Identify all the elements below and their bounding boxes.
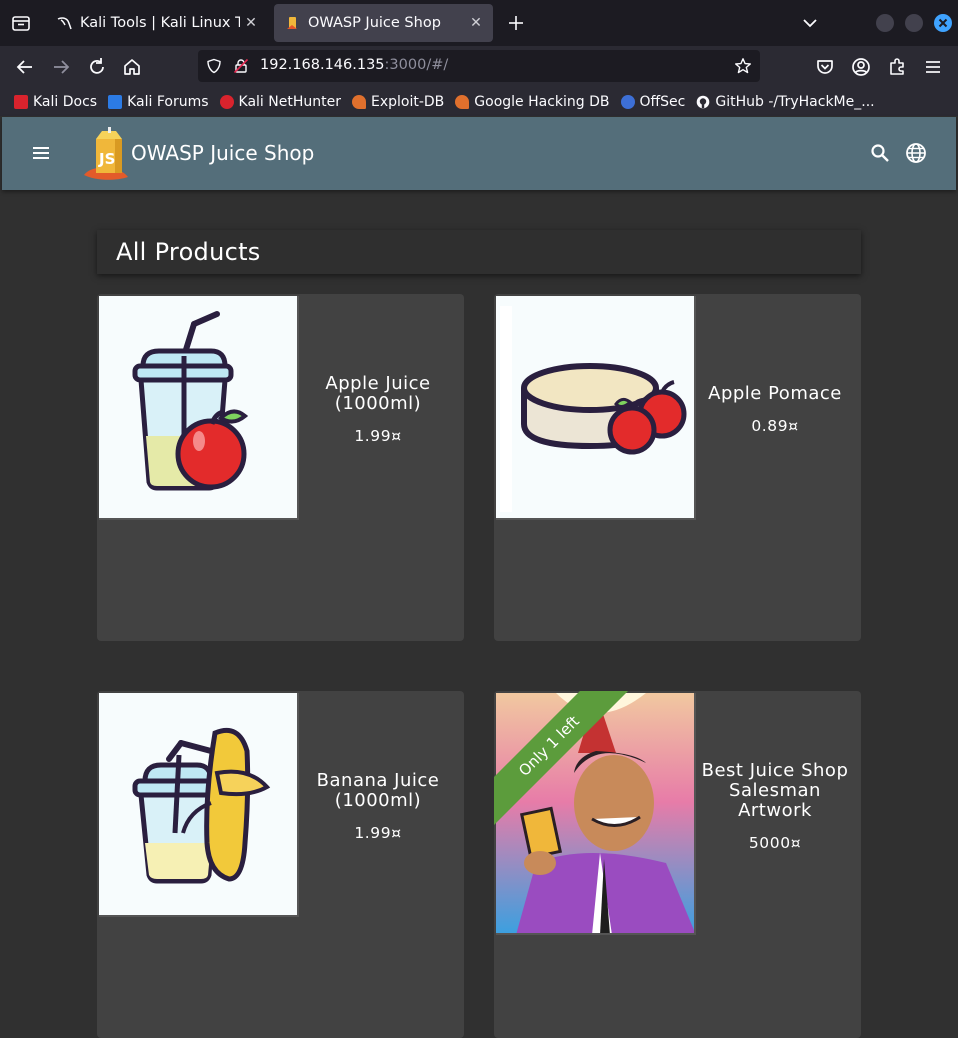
- product-price: 5000¤: [748, 833, 802, 852]
- reload-icon[interactable]: [85, 55, 109, 79]
- google-hacking-db-icon: [455, 95, 470, 109]
- hamburger-menu-icon[interactable]: [921, 55, 945, 79]
- product-card-salesman-artwork[interactable]: Only 1 left Best Juice Shop Salesman Art…: [494, 691, 861, 1038]
- tab-title: Kali Tools | Kali Linux Tools: [80, 15, 240, 31]
- product-name: Best Juice Shop Salesman Artwork: [701, 759, 849, 821]
- juice-shop-favicon: [287, 17, 297, 29]
- close-tab-icon[interactable]: ✕: [469, 15, 483, 31]
- salesman-artwork-image: [496, 693, 694, 933]
- bookmark-github[interactable]: GitHub -/TryHackMe_...: [696, 94, 875, 110]
- products-heading-card: All Products: [97, 230, 861, 274]
- offsec-icon: [620, 95, 635, 109]
- product-name: Apple Juice (1000ml): [325, 372, 431, 414]
- page-title: All Products: [116, 238, 261, 266]
- close-window-button[interactable]: [934, 14, 952, 32]
- kali-forums-icon: [108, 95, 123, 109]
- banana-juice-icon: [132, 727, 271, 884]
- pocket-icon[interactable]: [813, 55, 837, 79]
- bookmark-label: Kali NetHunter: [238, 94, 341, 110]
- product-image[interactable]: [99, 693, 299, 917]
- apple-pomace-icon: [500, 306, 687, 512]
- svg-text:JS: JS: [98, 150, 115, 168]
- product-name: Apple Pomace: [708, 382, 842, 404]
- account-icon[interactable]: [849, 55, 873, 79]
- close-tab-icon[interactable]: ✕: [244, 15, 258, 31]
- url-path: :3000/#/: [384, 57, 449, 73]
- tab-list-icon[interactable]: [10, 12, 32, 34]
- search-icon[interactable]: [868, 141, 892, 165]
- url-host: 192.168.146.135: [260, 57, 385, 73]
- home-icon[interactable]: [120, 55, 144, 79]
- github-icon: [697, 95, 710, 109]
- bookmark-label: OffSec: [639, 94, 686, 110]
- tab-owasp-juice-shop[interactable]: OWASP Juice Shop ✕: [274, 4, 493, 42]
- shield-icon[interactable]: [206, 58, 222, 74]
- bookmarks-toolbar: Kali Docs Kali Forums Kali NetHunter Exp…: [0, 88, 958, 116]
- url-text[interactable]: 192.168.146.135:3000/#/: [260, 57, 448, 73]
- bookmark-google-hacking-db[interactable]: Google Hacking DB: [455, 94, 610, 110]
- product-info: Apple Pomace 0.89¤: [700, 294, 850, 524]
- tab-title: OWASP Juice Shop: [308, 15, 441, 31]
- bookmark-label: GitHub -/TryHackMe_...: [715, 94, 875, 110]
- exploit-db-icon: [351, 95, 366, 109]
- product-price: 0.89¤: [751, 416, 799, 435]
- bookmark-exploit-db[interactable]: Exploit-DB: [351, 94, 445, 110]
- sidenav-menu-icon[interactable]: [30, 142, 52, 164]
- product-card-banana-juice[interactable]: Banana Juice (1000ml) 1.99¤: [97, 691, 464, 1038]
- bookmark-label: Kali Forums: [127, 94, 209, 110]
- product-card-apple-juice[interactable]: Apple Juice (1000ml) 1.99¤: [97, 294, 464, 641]
- back-arrow-icon[interactable]: [13, 55, 37, 79]
- chevron-down-icon[interactable]: [800, 12, 820, 34]
- bookmark-kali-docs[interactable]: Kali Docs: [14, 94, 97, 110]
- bookmark-star-icon[interactable]: [734, 57, 752, 75]
- extensions-icon[interactable]: [885, 55, 909, 79]
- product-name: Banana Juice (1000ml): [316, 769, 440, 811]
- apple-juice-icon: [132, 311, 249, 491]
- insecure-lock-icon[interactable]: [233, 58, 249, 74]
- kali-nethunter-icon: [219, 95, 234, 109]
- kali-dragon-icon: [57, 17, 72, 30]
- bookmark-label: Exploit-DB: [370, 94, 445, 110]
- maximize-window-button[interactable]: [905, 14, 923, 32]
- product-card-apple-pomace[interactable]: Apple Pomace 0.89¤: [494, 294, 861, 641]
- forward-arrow-icon[interactable]: [49, 55, 73, 79]
- bookmark-kali-forums[interactable]: Kali Forums: [108, 94, 209, 110]
- product-info: Banana Juice (1000ml) 1.99¤: [303, 691, 453, 921]
- product-image[interactable]: [496, 296, 696, 520]
- bookmark-label: Kali Docs: [33, 94, 98, 110]
- bookmark-offsec[interactable]: OffSec: [620, 94, 686, 110]
- tab-kali-tools[interactable]: Kali Tools | Kali Linux Tools ✕: [46, 4, 268, 42]
- product-price: 1.99¤: [354, 426, 402, 445]
- product-price: 1.99¤: [354, 823, 402, 842]
- app-title[interactable]: OWASP Juice Shop: [131, 141, 314, 165]
- product-image[interactable]: [99, 296, 299, 520]
- browser-nav-bar: 192.168.146.135:3000/#/: [0, 46, 958, 88]
- product-image[interactable]: [496, 693, 696, 935]
- juice-shop-logo[interactable]: JS: [82, 127, 132, 181]
- address-bar[interactable]: 192.168.146.135:3000/#/: [198, 50, 760, 82]
- new-tab-plus-icon[interactable]: [505, 12, 527, 34]
- product-info: Apple Juice (1000ml) 1.99¤: [303, 294, 453, 524]
- browser-tab-bar: Kali Tools | Kali Linux Tools ✕ OWASP Ju…: [0, 0, 958, 46]
- bookmark-kali-nethunter[interactable]: Kali NetHunter: [219, 94, 341, 110]
- product-info: Best Juice Shop Salesman Artwork 5000¤: [700, 691, 850, 921]
- app-toolbar: JS OWASP Juice Shop: [2, 117, 956, 190]
- bookmark-label: Google Hacking DB: [474, 94, 610, 110]
- kali-docs-icon: [14, 95, 28, 109]
- language-globe-icon[interactable]: [904, 141, 928, 165]
- minimize-window-button[interactable]: [876, 14, 894, 32]
